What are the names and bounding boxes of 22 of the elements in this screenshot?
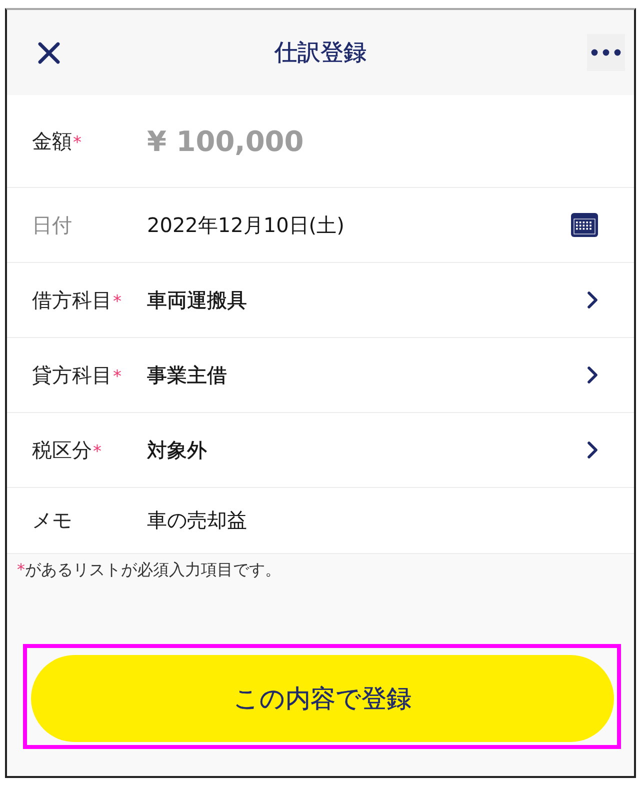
submit-button[interactable]: この内容で登録 (31, 655, 614, 742)
required-note: *があるリストが必須入力項目です。 (16, 560, 282, 581)
chevron-right-icon[interactable] (587, 291, 598, 309)
field-label: メモ (32, 507, 73, 534)
close-button[interactable] (37, 40, 61, 64)
field-label: 貸方科目* (32, 362, 122, 388)
selected-account[interactable]: 車両運搬具 (147, 286, 247, 314)
memo-field[interactable]: 車の売却益 (147, 507, 247, 534)
field-label: 日付 (32, 212, 73, 238)
field-label: 金額* (32, 128, 82, 154)
screen-title: 仕訳登録 (274, 39, 368, 68)
more-button[interactable] (587, 34, 625, 71)
selected-account[interactable]: 事業主借 (147, 362, 227, 388)
close-icon (37, 40, 61, 64)
more-icon (591, 49, 621, 56)
date-value[interactable]: 2022年12月10日(土) (147, 212, 344, 238)
selected-account[interactable]: 対象外 (147, 436, 207, 464)
chevron-right-icon[interactable] (587, 366, 598, 384)
field-label: 税区分* (32, 436, 102, 464)
calendar-icon[interactable] (571, 213, 598, 237)
chevron-right-icon[interactable] (587, 441, 598, 459)
field-label: 借方科目* (32, 286, 122, 314)
